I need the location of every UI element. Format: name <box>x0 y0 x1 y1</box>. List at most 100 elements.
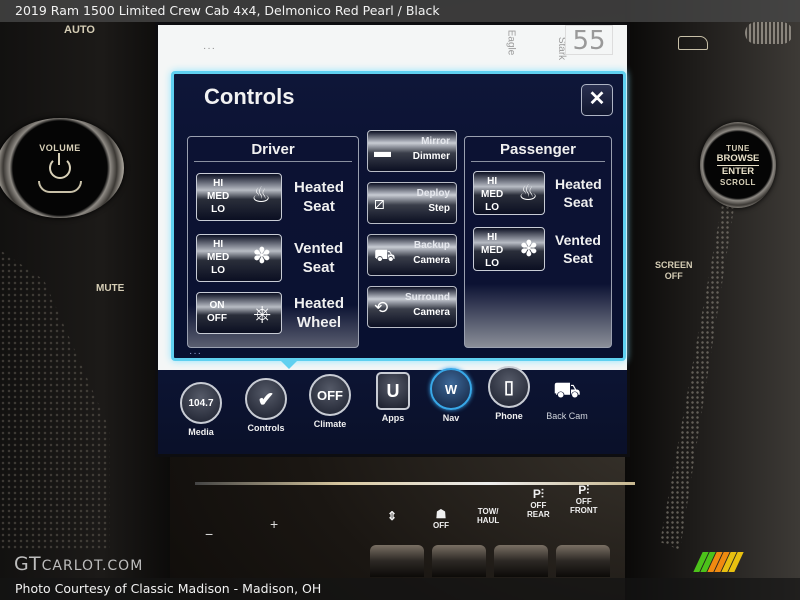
volume-arc-icon <box>38 181 82 193</box>
toggle-switch[interactable] <box>432 545 486 577</box>
level-hi: HI <box>213 178 224 189</box>
level-list: HI MED LO <box>207 177 229 216</box>
stability-off-switch[interactable]: ☗ OFF <box>433 508 449 531</box>
label-line2: Wheel <box>296 314 342 331</box>
controls-modal: Controls ✕ Driver HI MED LO ♨ Heated Sea… <box>171 71 626 361</box>
watermark-small: CARLOT.COM <box>41 558 144 574</box>
volume-knob[interactable]: VOLUME <box>0 118 124 218</box>
surround-camera-icon: ⟲ <box>374 298 389 317</box>
surround-camera-button[interactable]: ⟲ Surround Camera <box>367 286 457 328</box>
heated-wheel-button[interactable]: ON OFF ⎈ <box>196 292 282 334</box>
nav-label: Back Cam <box>546 411 588 421</box>
driver-group: Driver HI MED LO ♨ Heated Seat HI MED LO… <box>187 136 359 348</box>
heated-seat-icon: ♨ <box>518 180 538 205</box>
level-hi: HI <box>487 176 498 187</box>
modal-title: Controls <box>204 84 295 109</box>
heated-seat-icon: ♨ <box>251 182 271 207</box>
volume-label: VOLUME <box>39 143 81 153</box>
button-label-line2: Camera <box>413 307 450 318</box>
nav-apps[interactable]: U Apps <box>362 370 424 423</box>
park-assist-rear-switch[interactable]: P⫶ OFF REAR <box>527 487 550 520</box>
vented-seat-icon: ✽ <box>519 236 538 261</box>
park-assist-front-switch[interactable]: P⫶ OFF FRONT <box>570 484 598 516</box>
driver-vented-seat-button[interactable]: HI MED LO ✽ <box>196 234 282 282</box>
level-hi: HI <box>213 239 224 250</box>
passenger-group: Passenger HI MED LO ♨ Heated Seat HI MED… <box>464 136 612 348</box>
bottom-nav-bar: 104.7 Media ✔ Controls OFF Climate U App… <box>158 366 627 454</box>
seat-label: Vented Seat <box>555 231 601 267</box>
nav-climate[interactable]: OFF Climate <box>299 374 361 429</box>
toggle-switch-row <box>370 545 610 577</box>
switch-label: OFF <box>530 501 547 510</box>
label-line1: Heated <box>555 176 602 192</box>
minus-button[interactable]: − <box>205 526 213 542</box>
climate-off-icon: OFF <box>309 374 351 416</box>
toggle-switch[interactable] <box>370 545 424 577</box>
air-suspension-switch[interactable]: ⇕ <box>387 510 397 523</box>
level-med: MED <box>481 189 504 200</box>
nav-label: Controls <box>247 423 285 433</box>
level-lo: LO <box>485 202 500 213</box>
tune-browse-knob[interactable]: TUNE BROWSE ENTER SCROLL <box>700 122 776 208</box>
level-list: HI MED LO <box>481 175 503 214</box>
label-line2: Seat <box>563 194 594 210</box>
photo-credit-bar: Photo Courtesy of Classic Madison - Madi… <box>0 578 800 600</box>
speed-limit-sign: 55 <box>565 25 613 56</box>
plus-button[interactable]: + <box>270 516 278 532</box>
active-tab-pointer-icon <box>281 361 297 369</box>
level-off: OFF <box>207 313 227 324</box>
switch-label: OFF <box>575 497 592 506</box>
park-sensor-icon: P⫶ <box>532 487 544 501</box>
nav-back-cam[interactable]: ⛟ Back Cam <box>536 372 598 421</box>
button-label-line2: Step <box>428 203 450 214</box>
nav-nav[interactable]: W Nav <box>420 368 482 423</box>
label-line1: Heated <box>294 295 345 312</box>
watermark-big: GT <box>14 553 42 575</box>
heated-wheel-icon: ⎈ <box>253 301 271 326</box>
level-hi: HI <box>487 232 498 243</box>
button-label-line2: Dimmer <box>412 151 450 162</box>
passenger-heated-seat-button[interactable]: HI MED LO ♨ <box>473 171 545 215</box>
deploy-step-button[interactable]: ⧄ Deploy Step <box>367 182 457 224</box>
nav-label: Apps <box>381 413 405 423</box>
driver-title: Driver <box>194 137 352 162</box>
passenger-heated-seat-row: HI MED LO ♨ Heated Seat <box>473 171 602 215</box>
label-line2: Seat <box>303 198 335 215</box>
mute-button[interactable]: MUTE <box>96 283 124 294</box>
nav-media[interactable]: 104.7 Media <box>170 382 232 437</box>
controls-seat-icon: ✔ <box>245 378 287 420</box>
nav-phone[interactable]: ▯ Phone <box>478 366 540 421</box>
driver-heated-wheel-row: ON OFF ⎈ Heated Wheel <box>196 292 344 334</box>
seat-label: Heated Seat <box>555 175 602 211</box>
level-med: MED <box>207 252 230 263</box>
auto-button-label[interactable]: AUTO <box>64 25 95 36</box>
seat-label: Heated Wheel <box>294 294 344 332</box>
toggle-switch[interactable] <box>556 545 610 577</box>
passenger-vented-seat-row: HI MED LO ✽ Vented Seat <box>473 227 601 271</box>
backup-camera-button[interactable]: ⛟ Backup Camera <box>367 234 457 276</box>
map-road-label: Eagle <box>505 29 517 56</box>
enter-label: ENTER <box>721 165 755 177</box>
mirror-dimmer-button[interactable]: ▬ Mirror Dimmer <box>367 130 457 172</box>
close-button[interactable]: ✕ <box>581 84 613 116</box>
nav-label: Phone <box>495 411 523 421</box>
driver-heated-seat-button[interactable]: HI MED LO ♨ <box>196 173 282 221</box>
level-list: ON OFF <box>207 299 227 325</box>
switch-bank: + − ⇕ ☗ OFF TOW/ HAUL P⫶ OFF REAR P⫶ OFF… <box>175 470 635 550</box>
compass-icon: W <box>430 368 472 410</box>
label-line2: Seat <box>302 259 335 276</box>
passenger-title: Passenger <box>471 137 605 162</box>
label-line2: Seat <box>563 250 593 266</box>
level-lo: LO <box>211 265 226 276</box>
tow-haul-switch[interactable]: TOW/ HAUL <box>477 507 499 525</box>
gear-selector-dial[interactable] <box>745 22 793 44</box>
seat-label: Vented Seat <box>294 239 343 277</box>
toggle-switch[interactable] <box>494 545 548 577</box>
driver-vented-seat-row: HI MED LO ✽ Vented Seat <box>196 234 343 282</box>
passenger-vented-seat-button[interactable]: HI MED LO ✽ <box>473 227 545 271</box>
switch-label: REAR <box>527 510 550 519</box>
site-logo-stripes-icon <box>693 552 744 572</box>
screen-off-button[interactable]: SCREEN OFF <box>655 260 693 282</box>
mirror-dimmer-icon: ▬ <box>374 142 391 161</box>
nav-controls[interactable]: ✔ Controls <box>235 378 297 433</box>
